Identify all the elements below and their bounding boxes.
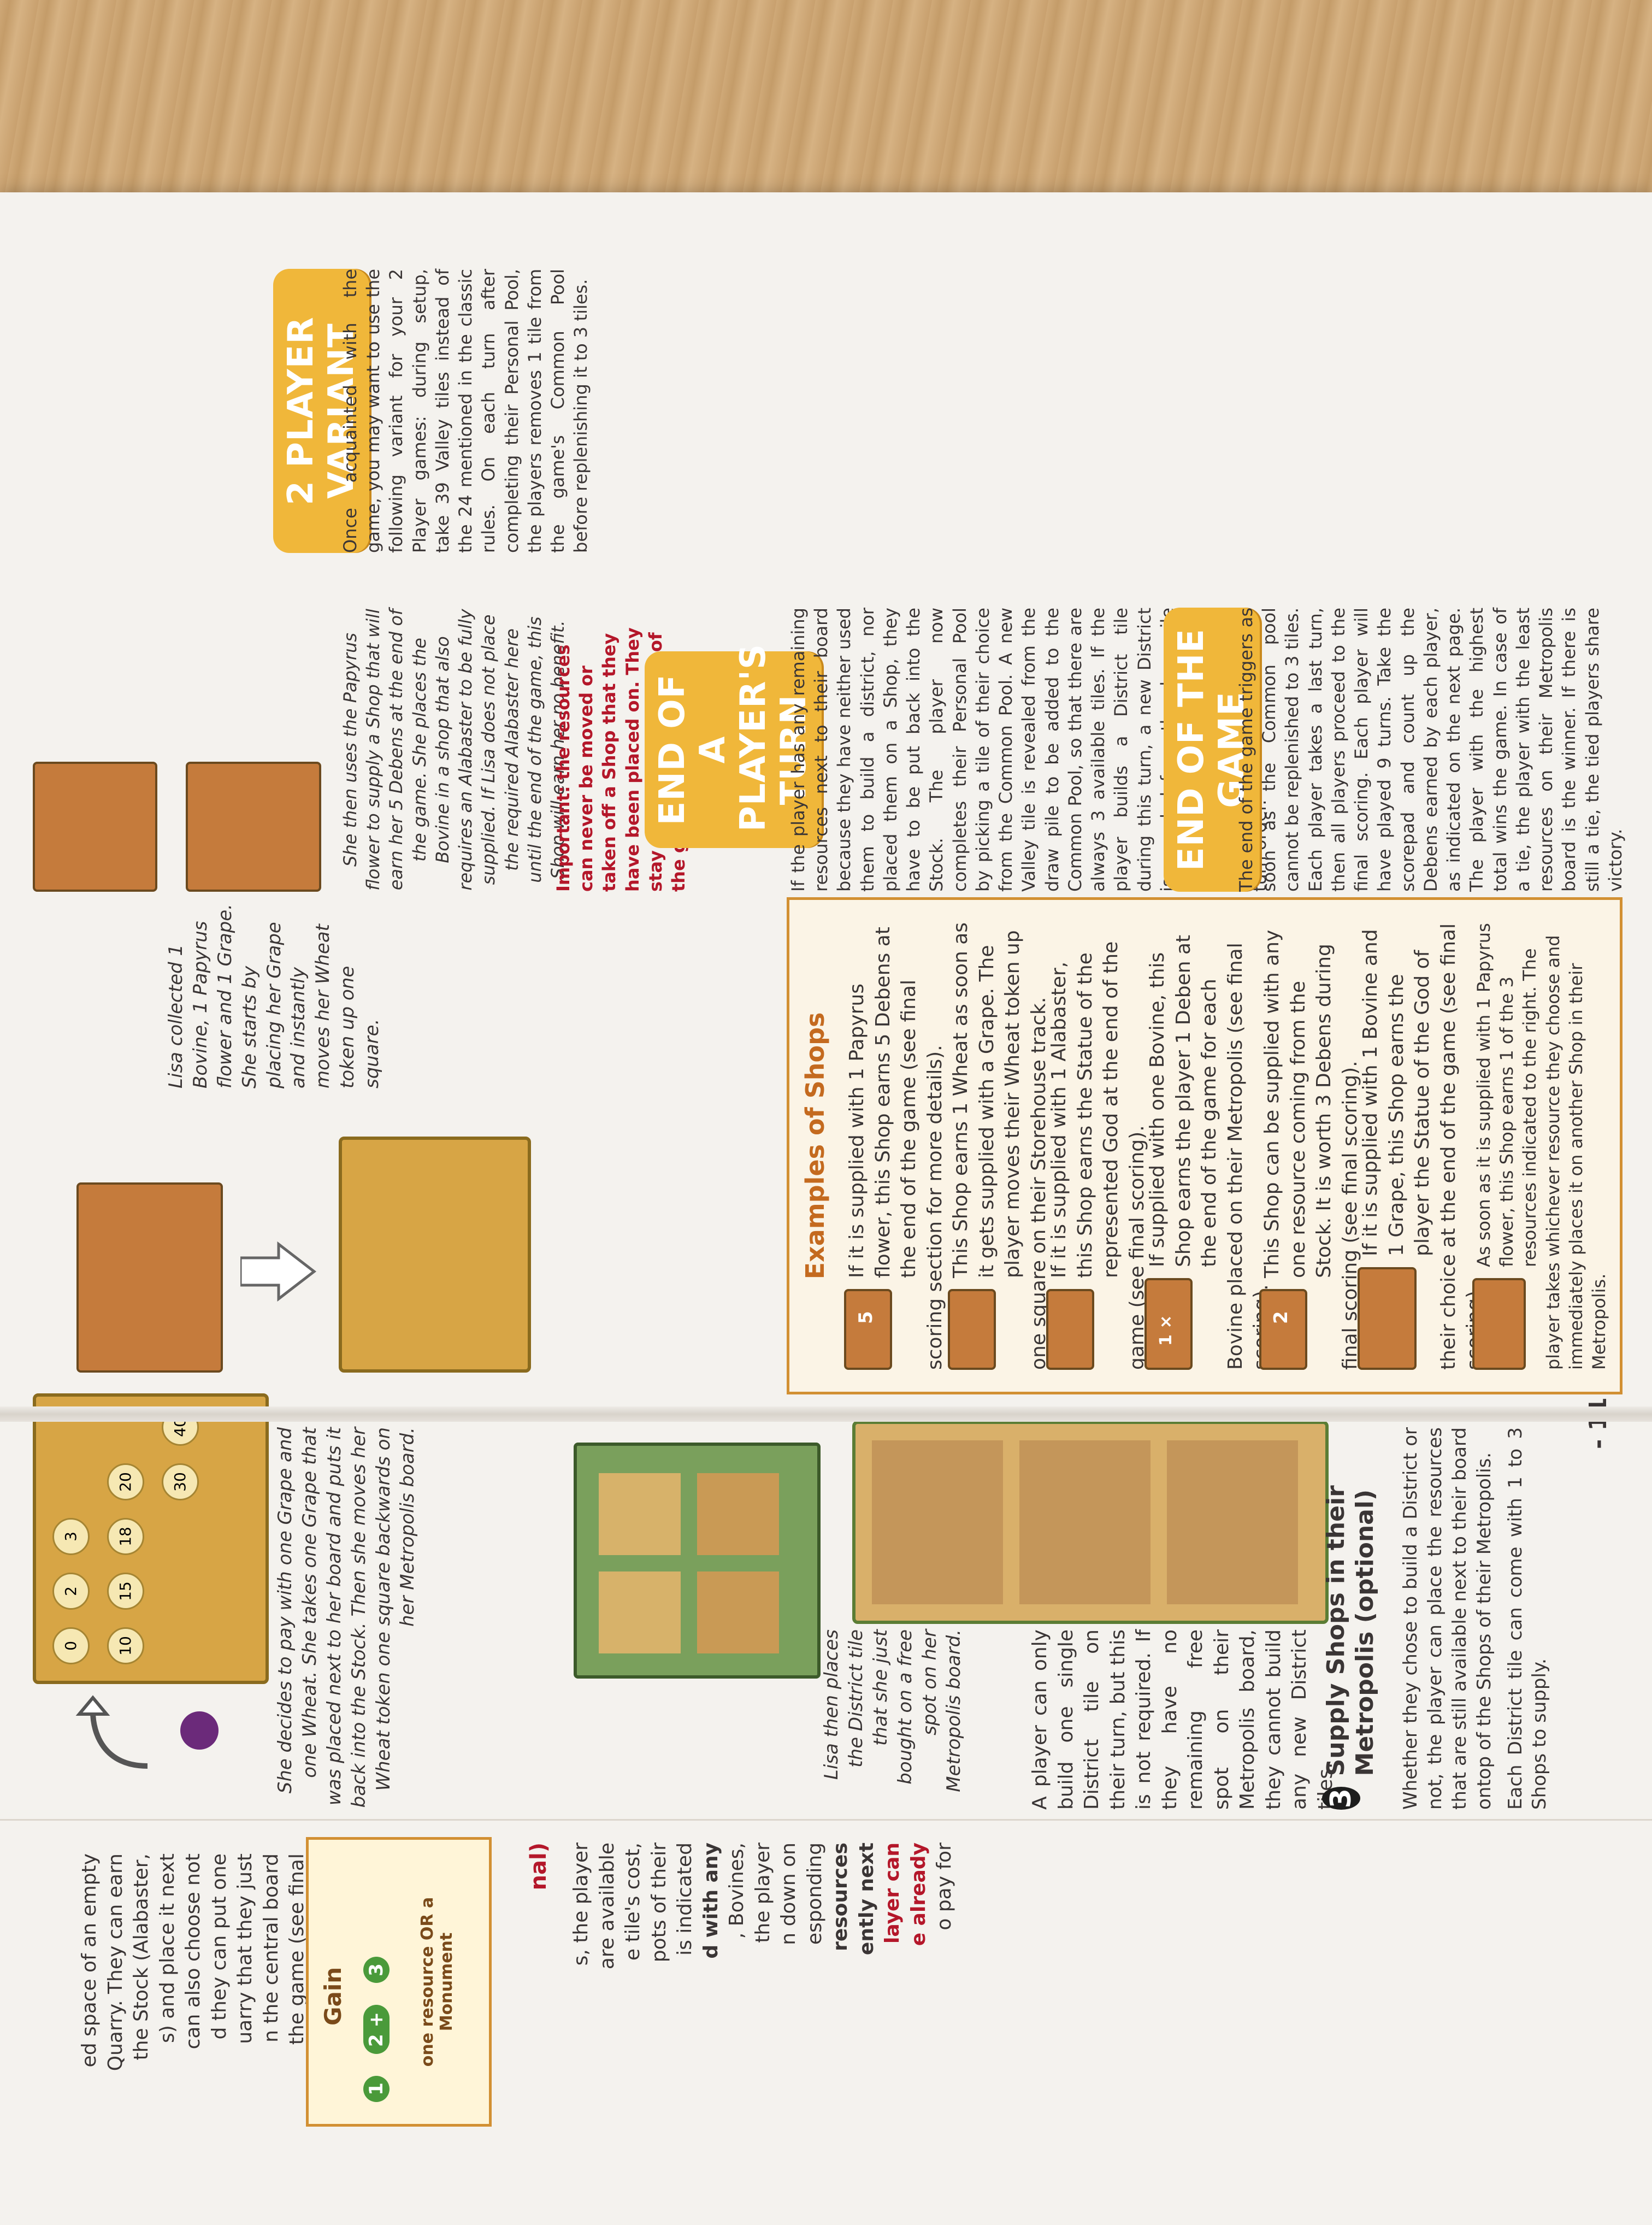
metropolis-board-illustration xyxy=(852,1421,1329,1624)
shop-example: 2 This Shop can be supplied with any one… xyxy=(1259,922,1370,1370)
fragment-line: are available xyxy=(595,1843,618,1970)
shop-tile-papyrus-icon: 5 xyxy=(844,1289,892,1370)
supply-para: Whether they chose to build a District o… xyxy=(1400,1427,1495,1810)
district-tile-illustration xyxy=(574,1443,821,1679)
gain-level-3: 3 xyxy=(363,1957,390,1983)
shop-tile-papyrus-choice-icon xyxy=(1472,1278,1526,1370)
district-tile-shops xyxy=(76,1182,223,1373)
deben-badge: 2 xyxy=(1270,1311,1292,1324)
caption-place-tile: Lisa then places the District tile that … xyxy=(821,1629,965,1792)
track-cell: 2 xyxy=(52,1573,90,1610)
shop-tile-god-statue-icon xyxy=(1358,1267,1417,1370)
papyrus-caption: She then uses the Papyrus flower to supp… xyxy=(340,609,569,891)
examples-of-shops-box: Examples of Shops 5 If it is supplied wi… xyxy=(787,897,1622,1394)
gain-level-2: 2 + xyxy=(363,2005,390,2054)
supply-shops-text: Whether they chose to build a District o… xyxy=(1399,1427,1559,1810)
fragment-line: resources xyxy=(829,1843,852,1951)
track-value: 30 xyxy=(171,1472,189,1492)
shop-supply-illustration-2 xyxy=(33,586,339,892)
track-value: 3 xyxy=(62,1532,80,1541)
shop-tile-grape-icon xyxy=(948,1289,996,1370)
build-rule-text: A player can only build one single Distr… xyxy=(1029,1629,1337,1810)
gain-row: 2 + xyxy=(363,2005,390,2054)
fragment-line: the player xyxy=(751,1843,774,1943)
shop-tile-alabaster-icon xyxy=(1046,1289,1094,1370)
fragment-line: e tile's cost, xyxy=(622,1843,645,1961)
fragment-line: s, the player xyxy=(570,1843,592,1966)
fold-line xyxy=(0,1819,1652,1821)
track-value: 15 xyxy=(116,1581,134,1601)
track-cell: 10 xyxy=(107,1627,144,1664)
storehouse-track-board: 0 2 3 10 15 18 20 30 40 xyxy=(33,1393,269,1684)
track-cell: 30 xyxy=(162,1463,199,1500)
step-3-heading: 3 Supply Shops in their Metropolis (opti… xyxy=(1322,1427,1380,1810)
fragment-line: esponding xyxy=(803,1843,826,1945)
gain-level-1: 1 xyxy=(363,2076,390,2102)
step-title: Supply Shops in their Metropolis (option… xyxy=(1322,1485,1379,1776)
fragment-line: can also choose not xyxy=(182,1853,205,2050)
book-spine xyxy=(0,1406,1652,1422)
fragment-line: d with any xyxy=(699,1843,722,1959)
shop-tile-papyrus-supplied xyxy=(33,762,157,892)
rotated-page: ed space of an empty Quarry. They can ea… xyxy=(0,0,1652,2225)
fragment-line: Quarry. They can earn xyxy=(104,1853,127,2071)
track-value: 18 xyxy=(116,1527,134,1546)
left-fragment-text: ed space of an empty Quarry. They can ea… xyxy=(76,1853,310,2192)
shop-example: As soon as it is supplied with 1 Papyrus… xyxy=(1472,922,1617,1370)
caption-pay: She decides to pay with one Grape and on… xyxy=(274,1427,419,1808)
supply-para: Each District tile can come with 1 to 3 … xyxy=(1504,1427,1551,1810)
shop-tile-bovine-icon: 1 × xyxy=(1144,1278,1193,1370)
gain-row: 3 xyxy=(363,1957,390,1983)
shop-example: This Shop earns 1 Wheat as soon as it ge… xyxy=(948,922,1058,1370)
track-cell: 15 xyxy=(107,1573,144,1610)
fragment-line: the Stock (Alabaster, xyxy=(130,1853,153,2061)
variant-text: Once acquainted with the game, you may w… xyxy=(340,269,592,553)
resource-tokens-illustration xyxy=(1617,1220,1650,1384)
gain-row: 1 xyxy=(363,2076,390,2102)
track-value: 2 xyxy=(62,1586,80,1596)
shop-example: 5 If it is supplied with 1 Papyrus flowe… xyxy=(844,922,954,1370)
shop-tile-any-resource-icon: 2 xyxy=(1259,1289,1307,1370)
multiplier-badge: 1 × xyxy=(1157,1315,1176,1346)
storehouse-track-board-2 xyxy=(339,1137,531,1373)
gain-title: Gain xyxy=(320,1967,346,2026)
curved-arrow-icon xyxy=(75,1695,148,1769)
end-turn-line-1: END OF xyxy=(652,674,693,826)
fragment-line: n down on xyxy=(777,1843,800,1945)
track-cell: 0 xyxy=(52,1627,90,1664)
fragment-line: is indicated xyxy=(674,1843,697,1956)
fragment-line: e already xyxy=(907,1843,930,1946)
track-cell: 3 xyxy=(52,1518,90,1555)
shop-tile-bovine-supplied xyxy=(186,762,321,892)
gain-table: Gain 1 2 + 3 one resource OR a Monument xyxy=(306,1837,492,2127)
fragment-line: d they can put one xyxy=(208,1853,231,2040)
track-value: 20 xyxy=(116,1472,134,1492)
left-fragment-text-2: s, the player are available e tile's cos… xyxy=(568,1843,958,2192)
track-value: 10 xyxy=(116,1636,134,1656)
fragment-line: s) and place it next xyxy=(156,1853,179,2044)
gain-note: one resource OR a Monument xyxy=(418,1897,456,2067)
fragment-line: n the central board xyxy=(259,1853,282,2042)
grape-token-icon xyxy=(180,1711,219,1750)
optional-label: nal) xyxy=(526,1843,551,1891)
optional-fragment: nal) xyxy=(524,1843,553,1941)
track-cell: 20 xyxy=(107,1463,144,1500)
down-arrow-icon xyxy=(240,1241,317,1302)
fragment-line: , Bovines, xyxy=(725,1843,748,1939)
end-game-text: The end of the game triggers as soon as … xyxy=(1236,608,1626,892)
track-value: 0 xyxy=(62,1641,80,1651)
fragment-line: o pay for xyxy=(933,1843,956,1930)
shop-example: If it is supplied with 1 Alabaster, this… xyxy=(1046,922,1157,1370)
fragment-line: ently next xyxy=(855,1843,878,1956)
fragment-line: uarry that they just xyxy=(234,1853,257,2044)
step-number-badge: 3 xyxy=(1322,1787,1360,1810)
deben-badge: 5 xyxy=(855,1311,877,1324)
rulebook-page: ed space of an empty Quarry. They can ea… xyxy=(0,192,1652,2225)
track-cell: 18 xyxy=(107,1518,144,1555)
fragment-line: pots of their xyxy=(647,1843,670,1963)
examples-title: Examples of Shops xyxy=(800,1012,830,1280)
lisa-collected-caption: Lisa collected 1 Bovine, 1 Papyrus flowe… xyxy=(165,904,383,1088)
fragment-line: ed space of an empty xyxy=(78,1853,101,2068)
fragment-line: layer can xyxy=(881,1843,904,1944)
